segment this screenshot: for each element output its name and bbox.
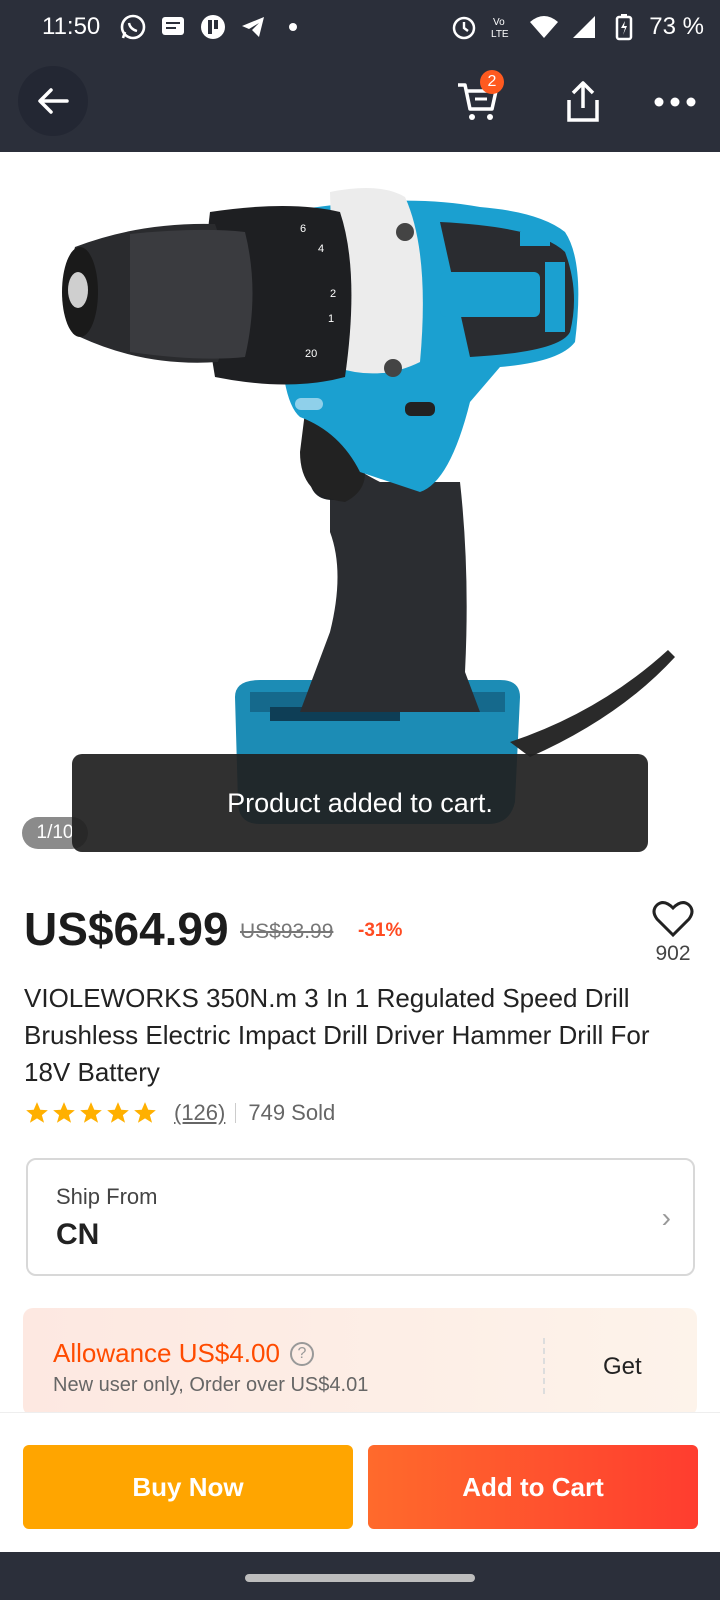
cart-count-badge: 2 [480, 70, 504, 94]
original-price: US$93.99 [240, 920, 334, 943]
message-icon [158, 12, 188, 42]
product-details: US$64.99 US$93.99 -31% 902 VIOLEWORKS 35… [0, 872, 720, 1416]
svg-text:2: 2 [330, 288, 336, 300]
signal-icon [569, 12, 599, 42]
toast-message: Product added to cart. [72, 754, 648, 852]
buy-now-button[interactable]: Buy Now [23, 1445, 353, 1529]
svg-text:6: 6 [300, 223, 306, 235]
product-image-gallery[interactable]: 6 4 2 1 20 1/10 Product added to cart. [0, 152, 720, 872]
status-bar: 11:50 Vo LTE 73 % [0, 0, 720, 54]
star-icon [53, 1102, 75, 1123]
add-to-cart-button[interactable]: Add to Cart [368, 1445, 698, 1529]
ship-from-value: CN [56, 1218, 100, 1251]
top-app-bar: 2 [0, 54, 720, 152]
whatsapp-icon [118, 12, 148, 42]
product-title: VIOLEWORKS 350N.m 3 In 1 Regulated Speed… [24, 983, 650, 1087]
battery-icon [609, 12, 639, 42]
reviews-link[interactable]: (126) [174, 1100, 225, 1126]
star-icon [26, 1102, 48, 1123]
telegram-icon [238, 12, 268, 42]
star-rating [24, 1100, 158, 1126]
heart-icon [652, 901, 694, 938]
system-navigation-bar [0, 1552, 720, 1600]
svg-text:20: 20 [305, 348, 317, 360]
allowance-subtitle: New user only, Order over US$4.01 [53, 1374, 369, 1396]
star-icon [107, 1102, 129, 1123]
coupon-divider [543, 1338, 545, 1394]
app-notification-icon [198, 12, 228, 42]
svg-text:4: 4 [318, 243, 324, 255]
svg-text:Vo: Vo [493, 17, 505, 28]
bottom-action-bar: Buy Now Add to Cart [0, 1412, 720, 1552]
help-icon[interactable]: ? [289, 1341, 314, 1366]
alarm-icon [449, 12, 479, 42]
share-button[interactable] [558, 74, 608, 130]
arrow-left-icon [38, 88, 69, 114]
volte-icon: Vo LTE [489, 12, 519, 42]
discount-badge: -31% [358, 920, 403, 941]
ship-from-selector[interactable]: Ship From CN › [26, 1158, 695, 1276]
get-coupon-button[interactable]: Get [603, 1353, 642, 1381]
rating-row: (126) 749 Sold [24, 1100, 335, 1126]
sold-count: 749 Sold [248, 1100, 336, 1125]
status-time: 11:50 [42, 13, 101, 40]
divider [235, 1103, 237, 1123]
allowance-coupon: Allowance US$4.00 ? New user only, Order… [23, 1308, 697, 1416]
share-icon [567, 81, 599, 122]
svg-text:1: 1 [328, 313, 334, 325]
wifi-icon [529, 12, 559, 42]
chevron-right-icon: › [661, 1202, 671, 1233]
wishlist-count: 902 [655, 942, 691, 965]
back-button[interactable] [18, 66, 88, 136]
star-icon [134, 1102, 156, 1123]
ship-from-label: Ship From [56, 1184, 158, 1209]
star-icon [80, 1102, 102, 1123]
home-gesture-handle[interactable] [245, 1574, 475, 1582]
more-dots-icon [654, 97, 696, 107]
wishlist-button[interactable]: 902 [650, 900, 696, 980]
battery-percent: 73 % [649, 13, 704, 40]
svg-text:LTE: LTE [491, 29, 509, 40]
more-options-button[interactable] [648, 82, 702, 122]
allowance-title: Allowance US$4.00 [53, 1338, 280, 1368]
dot-icon [278, 12, 308, 42]
current-price: US$64.99 [24, 903, 229, 955]
